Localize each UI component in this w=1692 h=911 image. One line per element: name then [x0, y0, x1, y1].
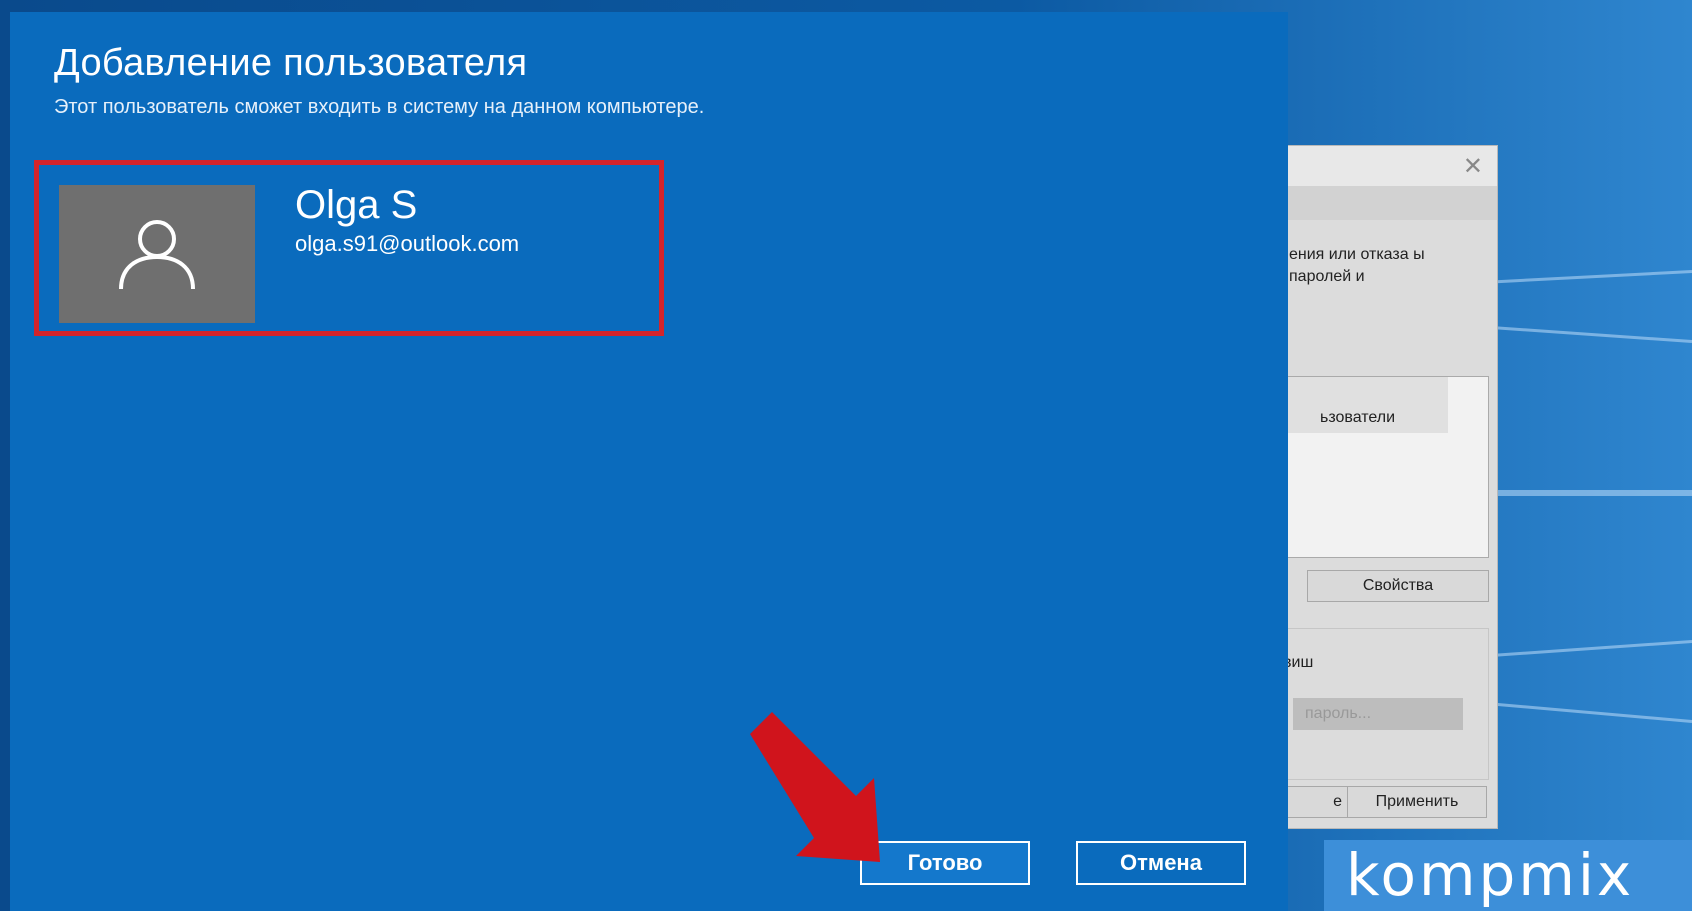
list-item[interactable]: ьзователи [1278, 377, 1448, 433]
user-email: olga.s91@outlook.com [295, 231, 520, 256]
add-user-dialog: Добавление пользователя Этот пользовател… [10, 12, 1288, 911]
person-icon [119, 220, 195, 290]
properties-button[interactable]: Свойства [1307, 570, 1489, 602]
window-description: ения или отказа ы паролей и [1289, 246, 1425, 285]
apply-button[interactable]: Применить [1347, 786, 1487, 818]
watermark-logo: kompmix [1324, 840, 1692, 911]
close-icon[interactable]: ✕ [1463, 152, 1483, 181]
users-list[interactable]: ьзователи [1277, 376, 1489, 558]
avatar [59, 185, 255, 323]
user-name: Olga S [295, 183, 418, 227]
cancel-button[interactable]: Отмена [1076, 841, 1246, 885]
reset-password-button[interactable]: пароль... [1293, 698, 1463, 730]
dialog-subtitle: Этот пользователь сможет входить в систе… [54, 96, 705, 118]
dialog-title: Добавление пользователя [54, 42, 528, 84]
user-card[interactable]: Olga S olga.s91@outlook.com [34, 160, 664, 336]
red-arrow-annotation [750, 712, 880, 862]
